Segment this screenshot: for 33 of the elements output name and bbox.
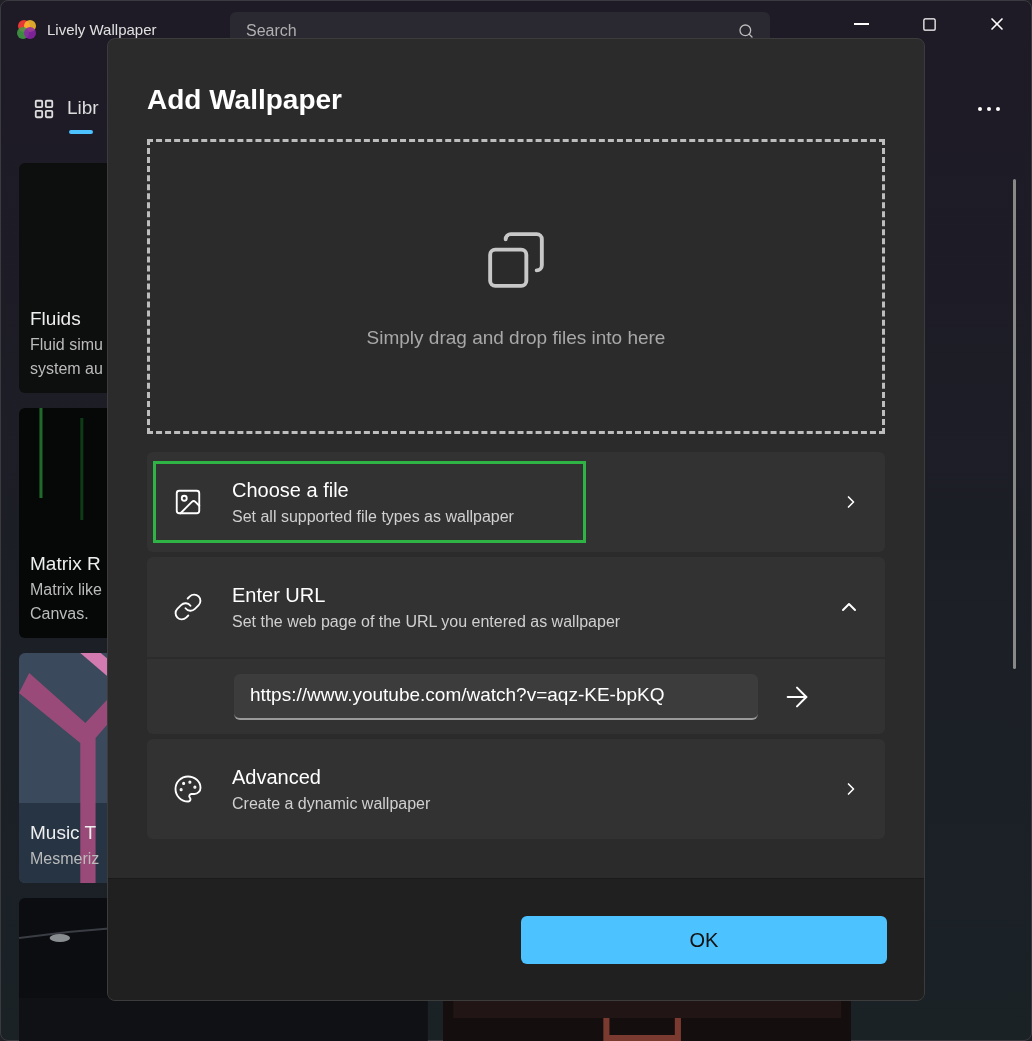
ok-button[interactable]: OK [521, 915, 887, 964]
nav-tab[interactable]: Libr [33, 83, 99, 134]
option-card[interactable]: Choose a file Set all supported file types as wallpaper [147, 452, 885, 552]
card-description: Fluid simu [30, 335, 103, 355]
link-icon [173, 592, 203, 622]
drop-zone[interactable]: Simply drag and drop files into here [147, 139, 885, 434]
image-icon [173, 487, 203, 517]
option-card[interactable]: Enter URL Set the web page of the URL you entered as wallpaper [147, 557, 885, 657]
option-subtitle: Create a dynamic wallpaper [232, 794, 431, 814]
drop-hint: Simply drag and drop files into here [366, 325, 666, 350]
url-field[interactable]: https://www.youtube.com/watch?v=aqz-KE-bpKQ [234, 673, 758, 720]
option-title: Choose a file [232, 478, 350, 503]
card-title: Matrix R [30, 551, 102, 576]
app-logo-icon [15, 18, 39, 42]
grid-icon [33, 97, 55, 120]
option-subtitle: Set all supported file types as wallpaper [232, 507, 514, 527]
palette-icon [173, 774, 203, 804]
more-icon [978, 106, 1000, 111]
option-card[interactable]: Advanced Create a dynamic wallpaper [147, 739, 885, 839]
card-description: Canvas. [30, 604, 90, 624]
search-icon [738, 23, 754, 39]
card-title: Music T [30, 820, 98, 845]
scrollbar[interactable] [1013, 179, 1016, 669]
option-title: Advanced [232, 765, 322, 790]
maximize-icon [921, 16, 937, 32]
app-title: Lively Wallpaper [47, 19, 157, 40]
card-title: Fluids [30, 306, 82, 331]
dialog-title: Add Wallpaper [147, 83, 343, 117]
card-description: Matrix like [30, 580, 102, 600]
card-description: system au [30, 359, 103, 379]
option-subtitle: Set the web page of the URL you entered as wallpaper [232, 612, 621, 632]
option-title: Enter URL [232, 583, 327, 608]
minimize-icon [853, 23, 869, 25]
